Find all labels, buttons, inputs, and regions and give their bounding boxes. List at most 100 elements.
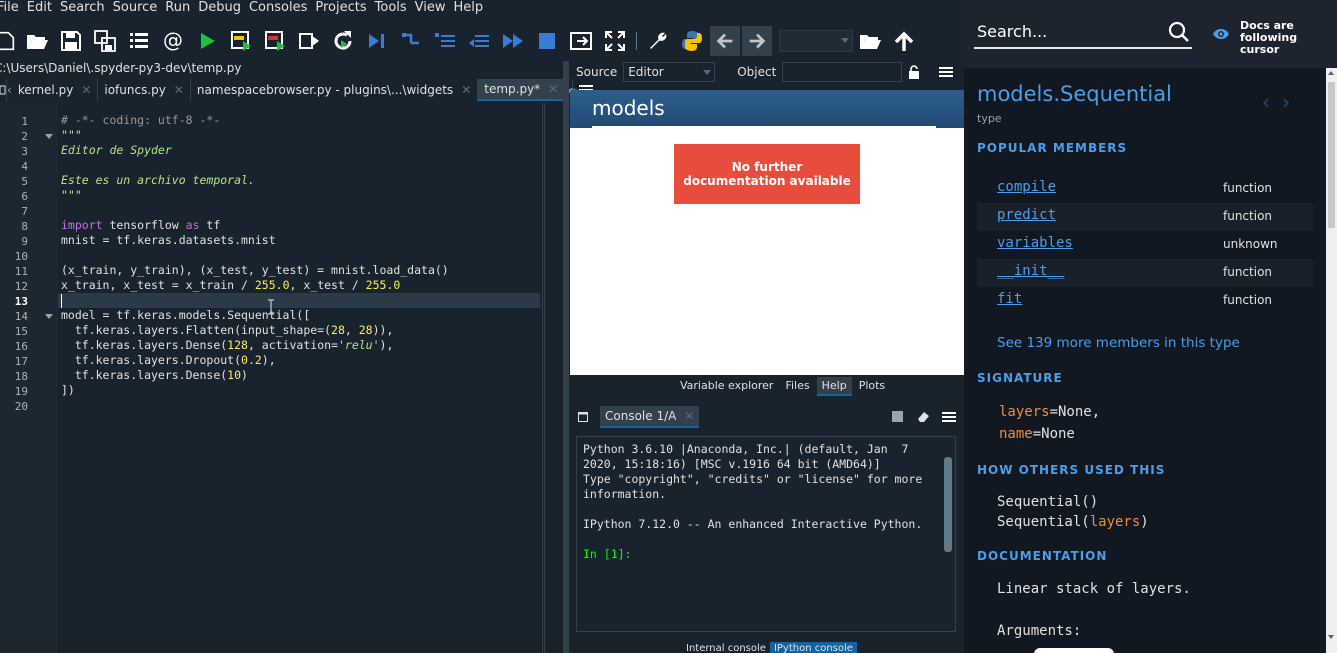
outline-button[interactable] bbox=[122, 24, 156, 58]
usage-code: ) bbox=[1140, 514, 1149, 530]
at-symbol-button[interactable]: @ bbox=[156, 24, 190, 58]
play-icon bbox=[201, 33, 215, 49]
code-editor[interactable]: 1 2 3 4 5 6 7 8 9 10 11 12 13 14 15 16 1… bbox=[0, 103, 562, 653]
forward-button[interactable] bbox=[742, 26, 772, 56]
menu-run[interactable]: Run bbox=[161, 0, 194, 16]
browse-directory-button[interactable] bbox=[853, 24, 887, 58]
ipython-console[interactable]: Python 3.6.10 |Anaconda, Inc.| (default,… bbox=[576, 436, 956, 632]
new-file-button[interactable] bbox=[0, 24, 20, 58]
preferences-button[interactable] bbox=[641, 24, 675, 58]
console-line: 2020, 15:18:16) [MSC v.1916 64 bit (AMD6… bbox=[583, 457, 881, 471]
console-browse-icon[interactable] bbox=[578, 411, 588, 425]
close-icon[interactable]: ✕ bbox=[684, 409, 694, 423]
open-file-button[interactable] bbox=[20, 24, 54, 58]
pane-splitter[interactable] bbox=[563, 61, 569, 653]
chevron-right-icon[interactable]: › bbox=[1282, 90, 1302, 114]
menu-edit[interactable]: Edit bbox=[23, 0, 56, 16]
fold-arrow-icon[interactable] bbox=[45, 134, 53, 139]
no-docs-alert: No further documentation available bbox=[674, 144, 860, 204]
back-button[interactable] bbox=[710, 26, 740, 56]
python-path-button[interactable] bbox=[675, 24, 709, 58]
run-selection-button[interactable] bbox=[292, 24, 326, 58]
member-link[interactable]: fit bbox=[997, 291, 1022, 307]
member-link[interactable]: __init__ bbox=[997, 263, 1064, 279]
step-button[interactable] bbox=[394, 24, 428, 58]
kite-search-input[interactable] bbox=[974, 15, 1164, 47]
save-button[interactable] bbox=[54, 24, 88, 58]
maximize-pane-button[interactable] bbox=[564, 24, 598, 58]
debug-button[interactable] bbox=[360, 24, 394, 58]
chevron-left-icon[interactable]: ‹ bbox=[1262, 90, 1282, 114]
fullscreen-button[interactable] bbox=[598, 24, 632, 58]
more-members-link[interactable]: See 139 more members in this type bbox=[997, 335, 1240, 351]
tab-iofuncs-py[interactable]: iofuncs.py ✕ bbox=[98, 79, 191, 101]
tab-namespacebrowser-py[interactable]: namespacebrowser.py - plugins\...\widget… bbox=[190, 79, 479, 101]
member-link[interactable]: variables bbox=[997, 235, 1073, 251]
console-scrollbar-thumb[interactable] bbox=[944, 457, 952, 552]
param-name: layers bbox=[1089, 514, 1141, 530]
code-text-area[interactable]: # -*- coding: utf-8 -*- """ Editor de Sp… bbox=[58, 103, 542, 653]
member-row: fit function bbox=[977, 287, 1313, 315]
clear-console-button[interactable] bbox=[916, 409, 930, 426]
lock-button[interactable] bbox=[902, 65, 926, 79]
parent-directory-button[interactable] bbox=[887, 24, 921, 58]
source-select[interactable]: Editor bbox=[623, 62, 716, 82]
menu-consoles[interactable]: Consoles bbox=[245, 0, 311, 16]
tab-help[interactable]: Help bbox=[816, 377, 852, 396]
line-number: 19 bbox=[14, 385, 28, 398]
kite-scrollbar[interactable] bbox=[1326, 68, 1337, 653]
interrupt-kernel-button[interactable] bbox=[892, 411, 903, 422]
tab-variable-explorer[interactable]: Variable explorer bbox=[675, 377, 779, 396]
kite-scrollbar-thumb[interactable] bbox=[1328, 82, 1335, 228]
fold-arrow-icon[interactable] bbox=[45, 314, 53, 319]
step-into-button[interactable] bbox=[428, 24, 462, 58]
working-directory-combo[interactable] bbox=[779, 30, 853, 52]
step-return-button[interactable] bbox=[462, 24, 496, 58]
member-link[interactable]: compile bbox=[997, 179, 1056, 195]
code-token: tf.keras.layers.Dense( bbox=[61, 368, 228, 382]
close-icon[interactable]: ✕ bbox=[174, 83, 184, 97]
menu-file[interactable]: File bbox=[0, 0, 23, 16]
stop-debug-button[interactable] bbox=[530, 24, 564, 58]
object-input[interactable] bbox=[782, 62, 903, 82]
save-all-button[interactable] bbox=[88, 24, 122, 58]
editor-scrollbar[interactable] bbox=[544, 103, 558, 653]
follow-cursor-toggle[interactable]: Docs are following cursor bbox=[1212, 20, 1332, 56]
step-into-icon bbox=[435, 33, 455, 47]
search-icon[interactable] bbox=[1168, 21, 1190, 43]
arrow-right-icon bbox=[749, 33, 766, 49]
close-icon[interactable]: ✕ bbox=[81, 83, 91, 97]
close-icon[interactable]: ✕ bbox=[461, 83, 471, 97]
console-options-button[interactable] bbox=[942, 411, 956, 426]
menu-projects[interactable]: Projects bbox=[311, 0, 370, 16]
close-icon[interactable]: ✕ bbox=[548, 82, 558, 96]
scroll-up-icon[interactable] bbox=[1328, 71, 1334, 75]
menu-search[interactable]: Search bbox=[56, 0, 109, 16]
line-number: 1 bbox=[21, 115, 28, 128]
tab-temp-py[interactable]: temp.py* ✕ bbox=[478, 79, 566, 101]
scroll-down-icon[interactable] bbox=[1328, 635, 1334, 639]
tab-kernel-py[interactable]: kernel.py ✕ bbox=[11, 79, 99, 101]
continue-button[interactable] bbox=[496, 24, 530, 58]
at-icon: @ bbox=[163, 29, 183, 52]
rerun-button[interactable] bbox=[326, 24, 360, 58]
tab-console-1a[interactable]: Console 1/A ✕ bbox=[600, 406, 700, 428]
tab-ipython-console[interactable]: IPython console bbox=[769, 642, 857, 653]
member-link[interactable]: predict bbox=[997, 207, 1056, 223]
help-options-button[interactable] bbox=[934, 66, 958, 78]
menu-view[interactable]: View bbox=[411, 0, 450, 16]
fast-forward-icon bbox=[503, 34, 523, 48]
tab-internal-console[interactable]: Internal console bbox=[682, 642, 770, 653]
run-button[interactable] bbox=[190, 24, 224, 58]
menu-debug[interactable]: Debug bbox=[194, 0, 245, 16]
tabs-menu-icon[interactable] bbox=[0, 79, 7, 101]
menu-help[interactable]: Help bbox=[450, 0, 488, 16]
run-cell-button[interactable] bbox=[224, 24, 258, 58]
tab-files[interactable]: Files bbox=[780, 377, 815, 396]
menu-source[interactable]: Source bbox=[109, 0, 162, 16]
tab-plots[interactable]: Plots bbox=[853, 377, 891, 396]
line-number: 6 bbox=[21, 190, 28, 203]
tab-label: kernel.py bbox=[17, 83, 74, 97]
menu-tools[interactable]: Tools bbox=[371, 0, 411, 16]
run-cell-advance-button[interactable] bbox=[258, 24, 292, 58]
